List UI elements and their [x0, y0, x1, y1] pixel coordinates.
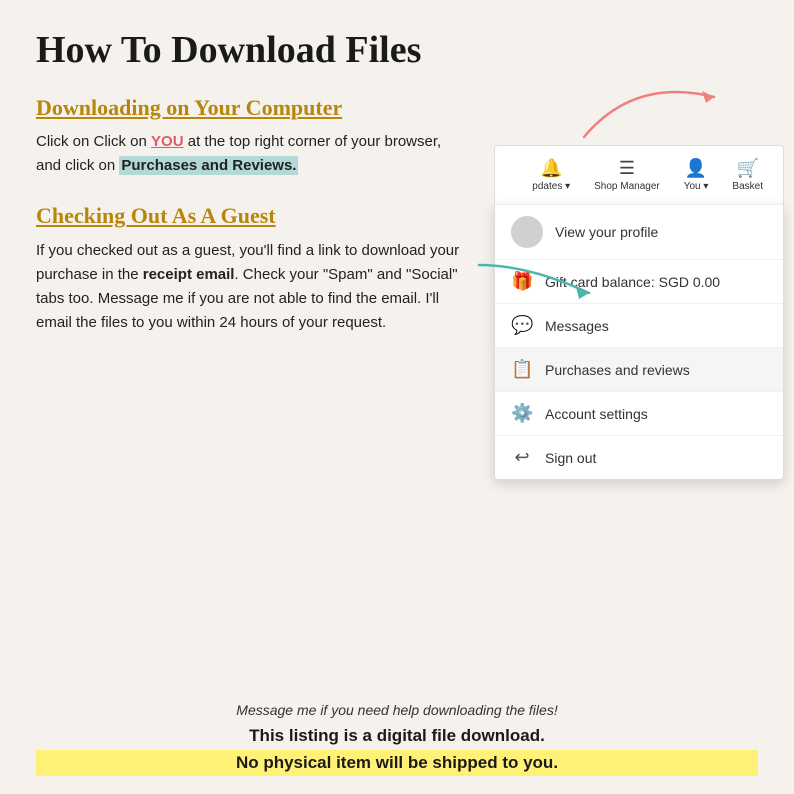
- bell-icon: 🔔: [540, 158, 562, 179]
- ui-overlay: 🔔 pdates ▾ ☰ Shop Manager 👤 You ▾ 🛒 Bask…: [494, 145, 784, 480]
- nav-updates-label: pdates ▾: [532, 181, 570, 192]
- main-title: How To Download Files: [36, 30, 758, 72]
- teal-arrow: [469, 255, 609, 310]
- pink-arrow: [574, 67, 734, 147]
- footer-italic: Message me if you need help downloading …: [36, 702, 758, 718]
- dropdown-view-profile[interactable]: View your profile: [495, 205, 783, 260]
- footer-bold: This listing is a digital file download.: [36, 726, 758, 746]
- purchases-icon: 📋: [511, 359, 533, 380]
- dropdown-menu: View your profile 🎁 Gift card balance: S…: [494, 204, 784, 480]
- sign-out-label: Sign out: [545, 450, 596, 466]
- nav-basket-label: Basket: [732, 181, 763, 192]
- view-profile-label: View your profile: [555, 224, 658, 240]
- nav-bar: 🔔 pdates ▾ ☰ Shop Manager 👤 You ▾ 🛒 Bask…: [494, 145, 784, 204]
- section-guest-body: If you checked out as a guest, you'll fi…: [36, 239, 466, 335]
- avatar: [511, 216, 543, 248]
- settings-icon: ⚙️: [511, 403, 533, 424]
- dropdown-messages[interactable]: 💬 Messages: [495, 304, 783, 348]
- dropdown-sign-out[interactable]: ↩ Sign out: [495, 436, 783, 479]
- purchases-label: Purchases and reviews: [545, 362, 690, 378]
- nav-item-you[interactable]: 👤 You ▾: [674, 154, 719, 196]
- footer-highlight: No physical item will be shipped to you.: [36, 750, 758, 776]
- user-icon: 👤: [685, 158, 707, 179]
- account-settings-label: Account settings: [545, 406, 648, 422]
- nav-item-basket[interactable]: 🛒 Basket: [722, 154, 773, 196]
- dropdown-account-settings[interactable]: ⚙️ Account settings: [495, 392, 783, 436]
- messages-label: Messages: [545, 318, 609, 334]
- nav-item-updates[interactable]: 🔔 pdates ▾: [522, 154, 580, 196]
- footer-section: Message me if you need help downloading …: [36, 702, 758, 776]
- you-highlight: YOU: [151, 133, 184, 150]
- dropdown-purchases[interactable]: 📋 Purchases and reviews: [495, 348, 783, 392]
- section-computer-body: Click on Click on YOU at the top right c…: [36, 130, 466, 178]
- page: How To Download Files Downloading on You…: [0, 0, 794, 794]
- messages-icon: 💬: [511, 315, 533, 336]
- nav-item-shop-manager[interactable]: ☰ Shop Manager: [584, 154, 670, 196]
- nav-you-label: You ▾: [684, 181, 709, 192]
- nav-shop-manager-label: Shop Manager: [594, 181, 660, 192]
- sign-out-icon: ↩: [511, 447, 533, 468]
- shop-manager-icon: ☰: [619, 158, 635, 179]
- basket-icon: 🛒: [737, 158, 759, 179]
- purchases-highlight: Purchases and Reviews.: [119, 156, 298, 175]
